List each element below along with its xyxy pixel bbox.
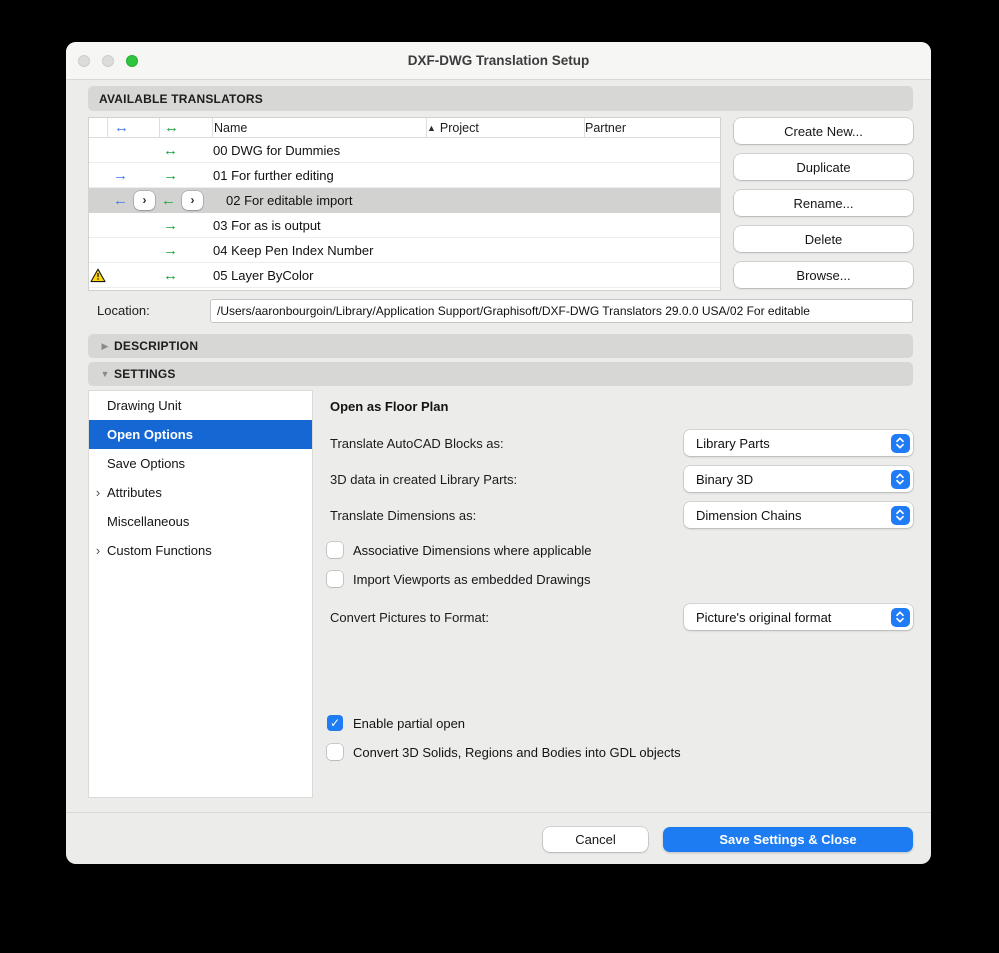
nav-item-custom-functions[interactable]: › Custom Functions (89, 536, 312, 565)
translators-table-header: ↔ ↔ Name ▲ Project Partner (89, 118, 720, 138)
footer-divider (66, 812, 931, 813)
convert-pictures-dropdown[interactable]: Picture's original format (684, 604, 913, 630)
left-right-arrow-green-icon: ↔ (164, 119, 179, 136)
duplicate-button[interactable]: Duplicate (734, 154, 913, 180)
browse-button[interactable]: Browse... (734, 262, 913, 288)
save-settings-close-button[interactable]: Save Settings & Close (663, 827, 913, 852)
disclosure-collapsed-icon: ▶ (101, 340, 109, 351)
translator-name: 03 For as is output (213, 217, 321, 233)
chevron-up-down-icon (890, 469, 910, 489)
right-arrow-green-icon: → (163, 241, 178, 259)
column-header-project[interactable]: ▲ Project (426, 118, 584, 137)
settings-nav-sidebar: Drawing Unit Open Options Save Options ›… (88, 390, 313, 798)
checkbox-unchecked[interactable] (327, 542, 343, 558)
convert-3d-solids-checkbox-row[interactable]: Convert 3D Solids, Regions and Bodies in… (327, 744, 681, 760)
table-row[interactable]: ↔ 05 Layer ByColor (89, 263, 720, 288)
chevron-right-icon: › (95, 485, 101, 500)
3d-data-dropdown[interactable]: Binary 3D (684, 466, 913, 492)
column-header-partner[interactable]: Partner (584, 118, 720, 137)
left-arrow-green-icon: ← (161, 191, 176, 209)
nav-item-drawing-unit[interactable]: Drawing Unit (89, 391, 312, 420)
translate-dimensions-label: Translate Dimensions as: (330, 508, 477, 523)
column-header-open-direction[interactable]: ↔ (107, 118, 159, 137)
3d-data-label: 3D data in created Library Parts: (330, 472, 518, 487)
nav-item-open-options[interactable]: Open Options (89, 420, 312, 449)
translator-name: 05 Layer ByColor (213, 267, 314, 283)
delete-button[interactable]: Delete (734, 226, 913, 252)
description-section-header[interactable]: ▶ DESCRIPTION (88, 334, 913, 358)
nav-item-miscellaneous[interactable]: Miscellaneous (89, 507, 312, 536)
translate-blocks-dropdown[interactable]: Library Parts (684, 430, 913, 456)
translate-blocks-label: Translate AutoCAD Blocks as: (330, 436, 504, 451)
available-translators-header: AVAILABLE TRANSLATORS (88, 86, 913, 111)
description-label: DESCRIPTION (114, 339, 199, 353)
table-row-selected[interactable]: ← › ← › 02 For editable import (89, 188, 720, 213)
nav-item-attributes[interactable]: › Attributes (89, 478, 312, 507)
table-row[interactable]: ↔ 00 DWG for Dummies (89, 138, 720, 163)
nav-item-save-options[interactable]: Save Options (89, 449, 312, 478)
sort-ascending-icon: ▲ (427, 122, 436, 133)
enable-partial-open-checkbox-row[interactable]: Enable partial open (327, 715, 465, 731)
chevron-right-icon: › (95, 543, 101, 558)
rename-button[interactable]: Rename... (734, 190, 913, 216)
right-arrow-blue-icon: → (113, 166, 128, 184)
location-path-field[interactable]: /Users/aaronbourgoin/Library/Application… (210, 299, 913, 323)
chevron-up-down-icon (890, 433, 910, 453)
translator-name: 04 Keep Pen Index Number (213, 242, 374, 258)
translator-name: 02 For editable import (226, 192, 353, 208)
left-arrow-blue-icon: ← (113, 191, 128, 209)
location-label: Location: (97, 303, 150, 318)
column-header-name[interactable]: Name (212, 118, 426, 137)
settings-label: SETTINGS (114, 367, 176, 381)
table-row[interactable]: → → 01 For further editing (89, 163, 720, 188)
open-as-floor-plan-heading: Open as Floor Plan (330, 399, 449, 414)
checkbox-unchecked[interactable] (327, 744, 343, 760)
translator-name: 00 DWG for Dummies (213, 142, 341, 158)
warning-icon (89, 268, 107, 283)
import-viewports-checkbox-row[interactable]: Import Viewports as embedded Drawings (327, 571, 591, 587)
settings-section-header[interactable]: ▼ SETTINGS (88, 362, 913, 386)
translate-dimensions-dropdown[interactable]: Dimension Chains (684, 502, 913, 528)
associative-dimensions-checkbox-row[interactable]: Associative Dimensions where applicable (327, 542, 591, 558)
table-row[interactable]: → 03 For as is output (89, 213, 720, 238)
checkbox-unchecked[interactable] (327, 571, 343, 587)
chevron-up-down-icon (890, 505, 910, 525)
table-row[interactable]: → 04 Keep Pen Index Number (89, 238, 720, 263)
translators-table: ↔ ↔ Name ▲ Project Partner ↔ 00 DWG for D… (88, 117, 721, 291)
left-right-arrow-green-icon: ↔ (163, 266, 178, 284)
column-header-save-direction[interactable]: ↔ (159, 118, 212, 137)
title-bar: DXF-DWG Translation Setup (66, 42, 931, 80)
translator-name: 01 For further editing (213, 167, 334, 183)
convert-pictures-label: Convert Pictures to Format: (330, 610, 489, 625)
left-right-arrow-blue-icon: ↔ (114, 119, 129, 136)
create-new-button[interactable]: Create New... (734, 118, 913, 144)
save-settings-expander-button[interactable]: › (182, 190, 203, 210)
open-settings-expander-button[interactable]: › (134, 190, 155, 210)
available-translators-label: AVAILABLE TRANSLATORS (99, 91, 263, 106)
chevron-up-down-icon (890, 607, 910, 627)
window-title: DXF-DWG Translation Setup (407, 53, 590, 68)
right-arrow-green-icon: → (163, 216, 178, 234)
dxf-dwg-translation-setup-dialog: DXF-DWG Translation Setup AVAILABLE TRAN… (66, 42, 931, 864)
checkbox-checked[interactable] (327, 715, 343, 731)
left-right-arrow-green-icon: ↔ (163, 141, 178, 159)
disclosure-expanded-icon: ▼ (100, 369, 110, 379)
right-arrow-green-icon: → (163, 166, 178, 184)
cancel-button[interactable]: Cancel (543, 827, 648, 852)
